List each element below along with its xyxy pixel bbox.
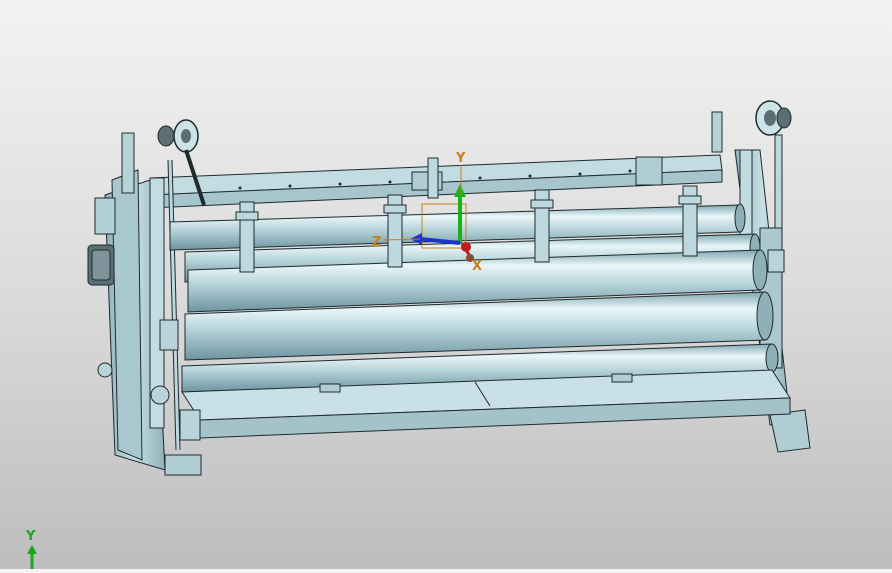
- z-axis-label: Z: [372, 235, 381, 250]
- x-axis-label: X: [472, 259, 482, 274]
- machine-model: Y Z X: [87, 100, 811, 476]
- 3d-viewport[interactable]: Y Z X Y: [0, 0, 892, 569]
- y-axis-label: Y: [455, 151, 466, 166]
- corner-y-label: Y: [26, 529, 36, 544]
- clamp-top-center: [427, 157, 439, 199]
